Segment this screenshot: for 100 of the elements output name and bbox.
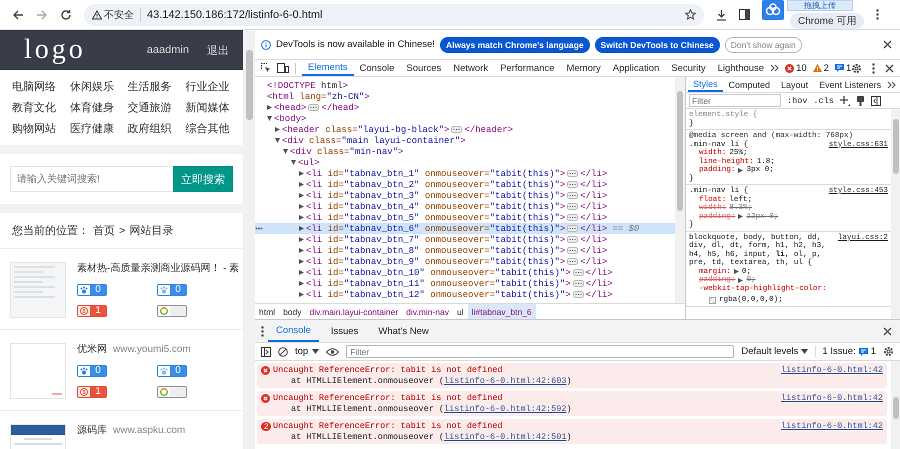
close-icon[interactable] [883, 326, 892, 336]
inspect-element-icon[interactable] [261, 63, 271, 73]
expand-arrow-icon[interactable] [267, 105, 272, 110]
devtools-tab[interactable]: Application [606, 60, 666, 76]
category-link[interactable]: 体育健身 [70, 100, 114, 116]
settings-icon[interactable] [851, 62, 862, 74]
update-chrome-button[interactable]: Chrome 可用 [790, 12, 864, 28]
category-link[interactable]: 教育文化 [12, 100, 56, 116]
category-link[interactable]: 休闲娱乐 [70, 79, 114, 95]
category-link[interactable]: 购物网站 [12, 121, 56, 137]
reload-icon[interactable] [60, 8, 72, 20]
logout-link[interactable]: 退出 [207, 42, 229, 58]
close-icon[interactable] [885, 64, 894, 72]
collapsed-content-icon[interactable] [567, 236, 578, 243]
expand-arrow-icon[interactable] [275, 127, 280, 132]
dom-breadcrumb[interactable]: div.min-nav [402, 304, 453, 319]
expand-arrow-icon[interactable] [299, 226, 304, 231]
dom-breadcrumb[interactable]: body [279, 304, 306, 319]
devtools-tab[interactable]: Network [447, 60, 494, 76]
dom-node[interactable]: <li id="tabnav_btn_2" onmouseover="tabit(this)"> </li> [255, 179, 675, 190]
drawer-tab[interactable]: What's New [370, 320, 437, 342]
expand-arrow-icon[interactable] [299, 281, 304, 286]
expand-arrow-icon[interactable] [299, 171, 304, 176]
expand-arrow-icon[interactable] [738, 214, 744, 220]
breadcrumb-link[interactable]: 首页 [93, 223, 115, 238]
close-icon[interactable] [883, 40, 892, 49]
site-title[interactable]: 优米网 [77, 343, 107, 357]
collapsed-content-icon[interactable] [567, 203, 578, 210]
category-link[interactable]: 电脑网络 [12, 79, 56, 95]
rank-badge[interactable] [157, 305, 187, 317]
dom-node[interactable]: <li id="tabnav_btn_12" onmouseover="tabit(this)"> </li> [255, 289, 675, 300]
expand-arrow-icon[interactable] [299, 259, 304, 264]
collapsed-content-icon[interactable] [567, 247, 578, 254]
stack-link[interactable]: listinfo-6-0.html:42:603 [444, 376, 566, 386]
cloud-app-icon[interactable] [762, 0, 784, 20]
filter-field[interactable]: Filter [346, 345, 734, 358]
plus-icon[interactable] [840, 96, 850, 106]
dom-breadcrumb[interactable]: li#tabnav_btn_6 [468, 304, 536, 319]
dom-node[interactable]: <body> [255, 113, 675, 124]
dom-node[interactable]: <li id="tabnav_btn_5" onmouseover="tabit(this)"> </li> [255, 212, 675, 223]
infobar-button[interactable]: Don't show again [724, 36, 802, 52]
toggle-sidebar-icon[interactable] [870, 96, 881, 106]
dom-node[interactable]: <li id="tabnav_btn_6" onmouseover="tabit(this)"> </li> == $0 [255, 223, 675, 234]
dom-node[interactable]: <li id="tabnav_btn_10" onmouseover="tabit(this)"> </li> [255, 267, 675, 278]
collapse-arrow-icon[interactable] [291, 160, 296, 165]
error-counter[interactable]: 10 [785, 62, 807, 74]
eye-icon[interactable] [326, 348, 340, 356]
source-link[interactable]: listinfo-6-0.html:42 [780, 393, 883, 403]
address-bar[interactable]: 不安全 43.142.150.186:172/listinfo-6-0.html [84, 4, 704, 26]
source-link[interactable]: listinfo-6-0.html:42 [780, 421, 883, 431]
site-title[interactable]: 素材热-高质量亲测商业源码网！ - 素 [77, 262, 240, 276]
stack-link[interactable]: listinfo-6-0.html:42:501 [444, 432, 566, 442]
pane-tab[interactable]: Styles [688, 77, 723, 92]
collapse-arrow-icon[interactable] [275, 138, 280, 143]
search-field[interactable]: 请输入关键词搜索! [10, 166, 173, 192]
scrollbar[interactable] [891, 109, 900, 319]
collapsed-content-icon[interactable] [572, 269, 584, 276]
devtools-tab[interactable]: Console [354, 60, 400, 76]
category-link[interactable]: 生活服务 [128, 79, 172, 95]
expand-arrow-icon[interactable] [299, 204, 304, 209]
collapsed-content-icon[interactable] [572, 280, 584, 287]
dom-breadcrumb[interactable]: ul [453, 304, 468, 319]
settings-icon[interactable] [883, 346, 894, 357]
double-chevron-icon[interactable] [887, 80, 896, 88]
devtools-tab[interactable]: Security [665, 60, 712, 76]
category-link[interactable]: 行业企业 [185, 79, 230, 95]
expand-arrow-icon[interactable] [738, 278, 744, 283]
dom-node[interactable]: <li id="tabnav_btn_3" onmouseover="tabit(this)"> </li> [255, 190, 675, 201]
dom-node[interactable]: <li id="tabnav_btn_4" onmouseover="tabit(this)"> </li> [255, 201, 675, 212]
dom-breadcrumb[interactable]: html [255, 304, 280, 319]
expand-arrow-icon[interactable] [734, 269, 739, 274]
dom-node[interactable]: <li id="tabnav_btn_7" onmouseover="tabit(this)"> </li> [255, 234, 675, 245]
devtools-tab[interactable]: Memory [560, 60, 607, 76]
state-toggle-button[interactable]: .cls [813, 96, 834, 106]
state-toggle-button[interactable]: :hov [787, 96, 808, 106]
collapse-arrow-icon[interactable] [283, 149, 288, 154]
dom-node[interactable]: <header class="layui-bg-black"> </header> [255, 124, 675, 135]
dom-node[interactable]: <ul> [255, 157, 675, 168]
clear-console-icon[interactable] [278, 346, 288, 356]
devtools-tab[interactable]: Elements [302, 60, 354, 76]
search-button[interactable]: 立即搜索 [173, 166, 233, 192]
dom-node[interactable]: <li id="tabnav_btn_8" onmouseover="tabit(this)"> </li> [255, 245, 675, 256]
source-link[interactable]: listinfo-6-0.html:42 [780, 365, 883, 375]
issue-counter[interactable]: 1 [834, 62, 852, 74]
site-thumbnail[interactable] [10, 262, 66, 318]
filter-field[interactable]: Filter [689, 94, 781, 107]
category-link[interactable]: 医疗健康 [70, 121, 114, 137]
drawer-tab[interactable]: Console [268, 320, 319, 342]
dom-node[interactable]: <div class="main layui-container"> [255, 135, 675, 146]
devtools-tab[interactable]: Performance [494, 60, 560, 76]
devtools-tab[interactable]: Sources [400, 60, 448, 76]
more-icon[interactable] [261, 326, 264, 336]
issues-link[interactable]: 1 Issue: 1 [815, 346, 876, 357]
rank-badge[interactable]: 1 [77, 305, 107, 317]
warning-counter[interactable]: 2 [812, 62, 829, 74]
site-thumbnail[interactable] [10, 343, 66, 399]
double-chevron-icon[interactable] [770, 64, 780, 72]
sidebar-toggle-icon[interactable] [261, 346, 271, 356]
device-toolbar-icon[interactable] [276, 63, 289, 73]
expand-arrow-icon[interactable] [299, 237, 304, 242]
